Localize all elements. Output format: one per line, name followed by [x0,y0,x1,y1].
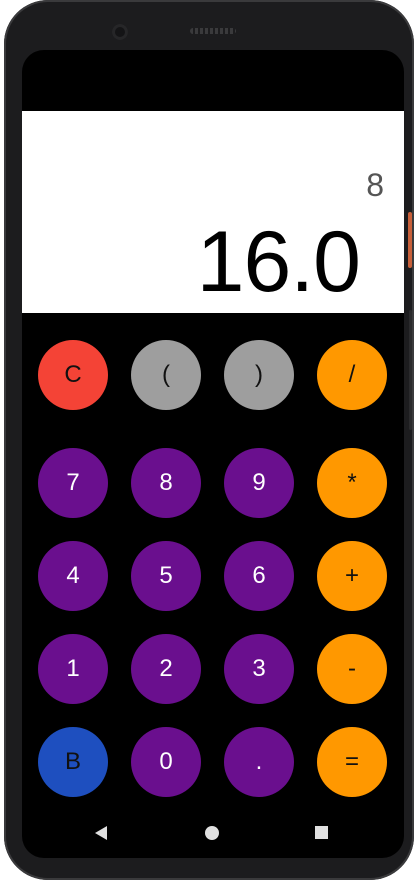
digit-2-button[interactable]: 2 [131,634,201,704]
screen: 8 16.0 C()/7 8 9 * 4 5 6 +1 2 3- B 0. = [22,50,404,858]
close-paren-button[interactable]: ) [224,340,294,410]
open-paren-button[interactable]: ( [131,340,201,410]
camera-icon [112,24,128,40]
digit-6-button[interactable]: 6 [224,541,294,611]
digit-4-button[interactable]: 4 [38,541,108,611]
subtract-button[interactable]: - [317,634,387,704]
back-icon[interactable] [95,826,107,840]
digit-0-button[interactable]: 0 [131,727,201,797]
add-button[interactable]: + [317,541,387,611]
navigation-bar [22,810,404,858]
expression-text: 8 [366,169,384,199]
digit-3-button[interactable]: 3 [224,634,294,704]
calculator-display: 8 16.0 [22,111,404,313]
digit-5-button[interactable]: 5 [131,541,201,611]
digit-1-button[interactable]: 1 [38,634,108,704]
result-text: 16.0 [196,214,361,310]
recents-icon[interactable] [315,826,328,839]
power-button [408,212,412,268]
phone-frame: 8 16.0 C()/7 8 9 * 4 5 6 +1 2 3- B 0. = [4,0,414,880]
speaker-grille [190,28,236,34]
digit-7-button[interactable]: 7 [38,448,108,518]
digit-9-button[interactable]: 9 [224,448,294,518]
volume-button [409,310,412,430]
decimal-button[interactable]: . [224,727,294,797]
clear-button[interactable]: C [38,340,108,410]
digit-8-button[interactable]: 8 [131,448,201,518]
multiply-button[interactable]: * [317,448,387,518]
home-icon[interactable] [205,826,219,840]
backspace-button[interactable]: B [38,727,108,797]
divide-button[interactable]: / [317,340,387,410]
equals-button[interactable]: = [317,727,387,797]
